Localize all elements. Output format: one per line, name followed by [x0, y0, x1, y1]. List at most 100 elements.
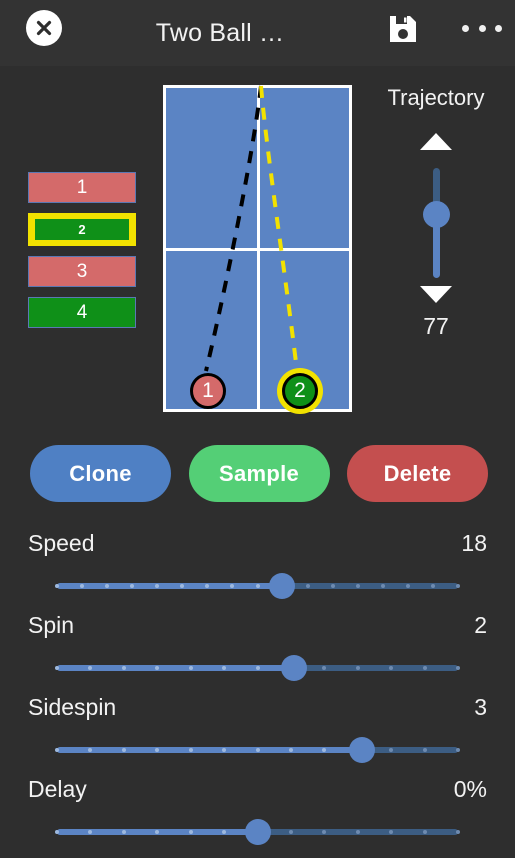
overflow-menu-button[interactable]: [462, 16, 502, 40]
slider-tick: [188, 830, 193, 834]
slider-value: 18: [461, 530, 487, 556]
slider-tick: [55, 666, 59, 670]
trajectory-lines: [204, 85, 299, 372]
clone-button[interactable]: Clone: [30, 445, 171, 502]
slider-tick: [121, 666, 126, 670]
slider-thumb[interactable]: [268, 573, 295, 599]
slider-tick: [456, 748, 460, 752]
slider-header: Spin 2: [28, 612, 487, 642]
slider-tick: [88, 748, 93, 752]
trajectory-panel: Trajectory 77: [366, 85, 506, 415]
arrow-up-icon[interactable]: [420, 133, 452, 150]
slider-tick: [322, 830, 327, 834]
trajectory-label: Trajectory: [387, 85, 485, 110]
ball-list-item-3[interactable]: 3: [28, 256, 136, 287]
arrow-down-icon[interactable]: [420, 286, 452, 303]
slider-tick: [121, 748, 126, 752]
court-ball-2[interactable]: 2: [282, 373, 318, 409]
close-icon: [36, 20, 52, 36]
slider-tick: [121, 830, 126, 834]
editor-screen: Two Ball … 1 2 3 4 1 2 Trajectory 77 Clo…: [0, 0, 515, 858]
slider-tick: [180, 584, 185, 588]
slider-tick: [288, 830, 293, 834]
slider-tick: [255, 748, 260, 752]
delete-button[interactable]: Delete: [347, 445, 488, 502]
action-button-row: Clone Sample Delete: [30, 445, 488, 502]
slider-tick: [222, 666, 227, 670]
save-icon: [390, 16, 416, 42]
slider-tick: [55, 830, 59, 834]
ball-list-item-1[interactable]: 1: [28, 172, 136, 203]
court-ball-1[interactable]: 1: [190, 373, 226, 409]
ball-list-item-label: 2: [35, 219, 129, 240]
ball-list-item-4[interactable]: 4: [28, 297, 136, 328]
ball-list-item-2[interactable]: 2: [28, 213, 136, 246]
slider-sidespin: Sidespin 3: [0, 694, 515, 763]
slider-tick: [355, 666, 360, 670]
slider-tick: [188, 666, 193, 670]
ball-list-item-label: 4: [76, 301, 88, 323]
slider-tick: [130, 584, 135, 588]
slider-value: 2: [474, 612, 487, 638]
slider-track[interactable]: [55, 573, 460, 599]
slider-tick: [430, 584, 435, 588]
court-ball-label: 1: [202, 379, 214, 402]
slider-header: Speed 18: [28, 530, 487, 560]
slider-tick: [230, 584, 235, 588]
slider-tick: [389, 830, 394, 834]
slider-tick: [288, 748, 293, 752]
slider-track[interactable]: [55, 819, 460, 845]
slider-tick: [422, 666, 427, 670]
slider-tick: [255, 584, 260, 588]
slider-tick: [456, 584, 460, 588]
slider-track[interactable]: [55, 737, 460, 763]
ball-list-item-label: 1: [76, 176, 88, 198]
slider-header: Delay 0%: [28, 776, 487, 806]
slider-spin: Spin 2: [0, 612, 515, 681]
slider-tick: [422, 830, 427, 834]
ball-list: 1 2 3 4: [28, 172, 136, 338]
slider-tick: [456, 666, 460, 670]
slider-tick: [155, 666, 160, 670]
court-ball-label: 2: [294, 379, 306, 402]
trajectory-slider[interactable]: [416, 168, 456, 278]
trajectory-slider-track-lower: [433, 223, 440, 278]
slider-tick: [255, 666, 260, 670]
slider-tick: [188, 748, 193, 752]
slider-tick: [355, 584, 360, 588]
trajectory-value: 77: [423, 313, 449, 339]
slider-value: 3: [474, 694, 487, 720]
slider-tick: [155, 748, 160, 752]
slider-tick: [322, 666, 327, 670]
slider-tick: [222, 830, 227, 834]
slider-track[interactable]: [55, 655, 460, 681]
close-button[interactable]: [26, 10, 62, 46]
slider-tick: [456, 830, 460, 834]
page-title: Two Ball …: [155, 18, 285, 47]
save-button[interactable]: [388, 14, 418, 44]
slider-tick: [55, 584, 59, 588]
slider-tick: [330, 584, 335, 588]
slider-tick: [305, 584, 310, 588]
table-court[interactable]: 1 2: [163, 85, 352, 412]
slider-thumb[interactable]: [280, 655, 307, 681]
sample-button[interactable]: Sample: [188, 445, 330, 502]
slider-tick: [205, 584, 210, 588]
trajectory-path-ball-2: [259, 85, 299, 372]
slider-tick: [422, 748, 427, 752]
slider-tick: [222, 748, 227, 752]
slider-tick: [155, 830, 160, 834]
slider-tick: [380, 584, 385, 588]
slider-tick-marks: [55, 583, 460, 589]
slider-label: Delay: [28, 776, 87, 802]
slider-tick: [88, 830, 93, 834]
trajectory-path-ball-1: [204, 85, 263, 372]
slider-thumb[interactable]: [244, 819, 271, 845]
slider-header: Sidespin 3: [28, 694, 487, 724]
app-header: Two Ball …: [0, 0, 515, 66]
trajectory-slider-thumb[interactable]: [423, 201, 450, 228]
slider-tick: [389, 748, 394, 752]
slider-tick: [55, 748, 59, 752]
slider-thumb[interactable]: [348, 737, 375, 763]
slider-delay: Delay 0%: [0, 776, 515, 845]
